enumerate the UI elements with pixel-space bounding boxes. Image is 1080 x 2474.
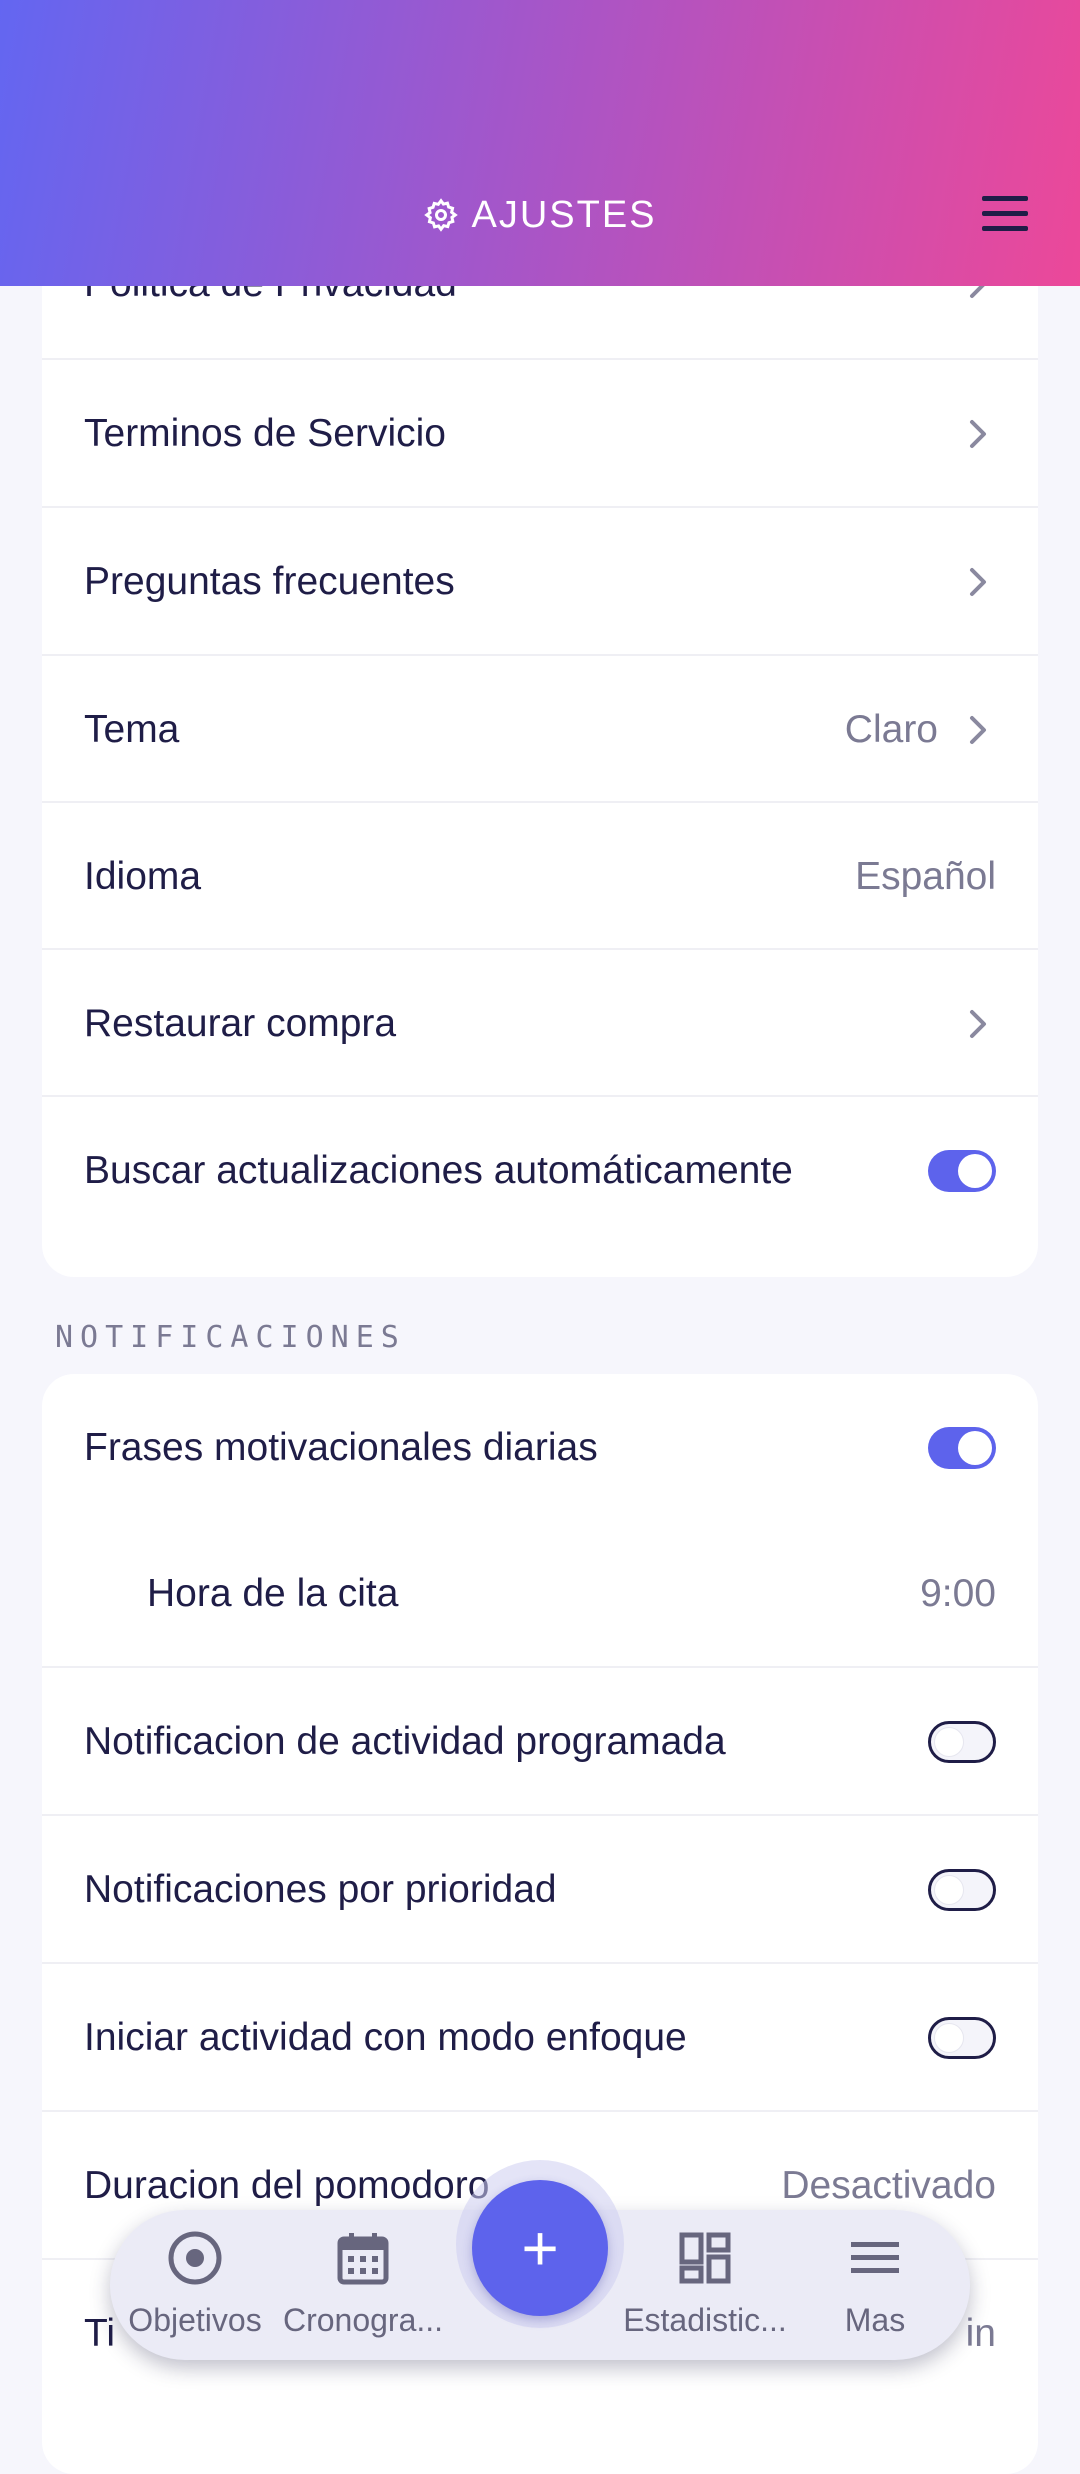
nav-cronograma[interactable]: Cronogra...: [278, 2210, 448, 2360]
row-label: Restaurar compra: [84, 1001, 397, 1045]
nav-estadisticas[interactable]: Estadistic...: [620, 2210, 790, 2360]
chevron-right-icon: [970, 567, 986, 596]
hamburger-menu-icon[interactable]: [978, 192, 1030, 236]
language-row[interactable]: Idioma Español: [42, 801, 1038, 950]
nav-label: Cronogra...: [282, 2302, 444, 2338]
row-label: Buscar actualizaciones automáticamente: [84, 1148, 793, 1192]
row-label: Idioma: [84, 854, 202, 898]
row-label: Tema: [84, 707, 180, 751]
language-value: Español: [855, 854, 996, 898]
scheduled-activity-row: Notificacion de actividad programada: [42, 1666, 1038, 1815]
notifications-section-title: NOTIFICACIONES: [55, 1320, 406, 1355]
toggle-knob: [934, 1874, 964, 1905]
theme-value: Claro: [844, 707, 938, 751]
target-icon: [168, 2231, 222, 2285]
toggle-knob: [958, 1153, 992, 1188]
priority-notifications-toggle[interactable]: [928, 1868, 996, 1911]
page-title: AJUSTES: [0, 190, 1080, 240]
terms-of-service-row[interactable]: Terminos de Servicio: [42, 358, 1038, 507]
general-settings-card: Politica de Privacidad Terminos de Servi…: [42, 220, 1038, 1277]
chevron-right-icon: [970, 1009, 986, 1038]
quote-time-row[interactable]: Hora de la cita 9:00: [42, 1520, 1038, 1667]
nav-mas[interactable]: Mas: [790, 2210, 960, 2360]
partial-row-value: in: [965, 2311, 996, 2355]
daily-quotes-toggle[interactable]: [928, 1426, 996, 1469]
row-label: Notificaciones por prioridad: [84, 1867, 557, 1911]
theme-row[interactable]: Tema Claro: [42, 654, 1038, 803]
faq-row[interactable]: Preguntas frecuentes: [42, 506, 1038, 655]
auto-update-row: Buscar actualizaciones automáticamente: [42, 1095, 1038, 1244]
row-label: Preguntas frecuentes: [84, 559, 455, 603]
toggle-knob: [934, 1726, 964, 1757]
calendar-icon: [337, 2233, 389, 2285]
nav-label: Objetivos: [128, 2302, 262, 2338]
gear-icon: [424, 198, 459, 232]
row-label: Iniciar actividad con modo enfoque: [84, 2015, 687, 2059]
row-label: Notificacion de actividad programada: [84, 1719, 726, 1763]
dashboard-icon: [679, 2232, 731, 2284]
add-button[interactable]: +: [472, 2180, 608, 2316]
nav-label: Estadistic...: [623, 2302, 787, 2338]
row-label: Hora de la cita: [147, 1571, 399, 1615]
row-label: Frases motivacionales diarias: [84, 1425, 598, 1469]
chevron-right-icon: [970, 715, 986, 744]
quote-time-value: 9:00: [920, 1571, 996, 1615]
nav-label: Mas: [844, 2302, 906, 2338]
restore-purchase-row[interactable]: Restaurar compra: [42, 948, 1038, 1097]
auto-update-toggle[interactable]: [928, 1149, 996, 1192]
menu-icon: [851, 2242, 899, 2273]
nav-objetivos[interactable]: Objetivos: [110, 2210, 280, 2360]
page-title-text: AJUSTES: [471, 194, 657, 236]
toggle-knob: [958, 1430, 992, 1465]
chevron-right-icon: [970, 419, 986, 448]
row-label: Terminos de Servicio: [84, 411, 446, 455]
focus-mode-row: Iniciar actividad con modo enfoque: [42, 1962, 1038, 2111]
app-header: AJUSTES: [0, 0, 1080, 286]
scheduled-activity-toggle[interactable]: [928, 1720, 996, 1763]
toggle-knob: [934, 2022, 964, 2053]
daily-quotes-row: Frases motivacionales diarias: [42, 1374, 1038, 1521]
priority-notifications-row: Notificaciones por prioridad: [42, 1814, 1038, 1963]
focus-mode-toggle[interactable]: [928, 2016, 996, 2059]
